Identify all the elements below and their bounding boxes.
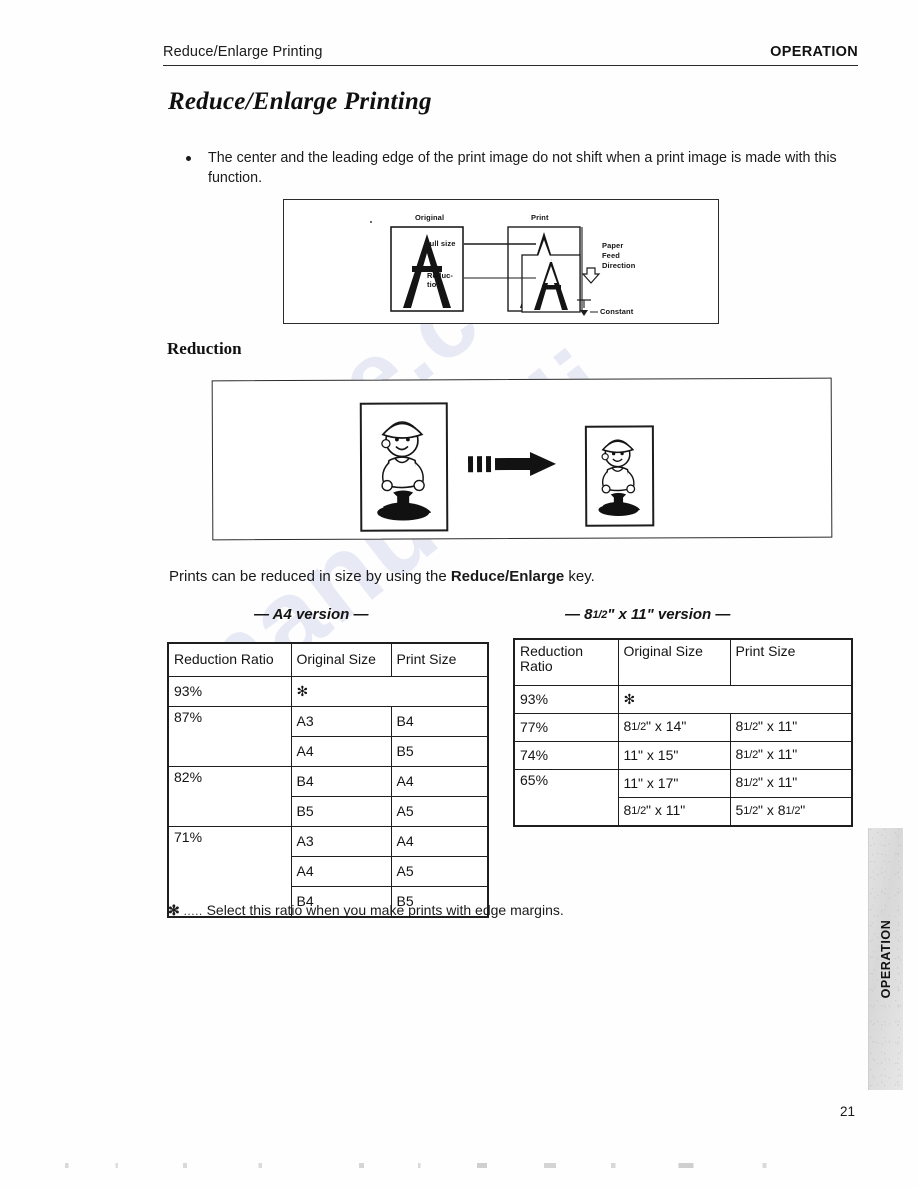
cell-ratio: 77%: [513, 713, 619, 742]
cell-original-size: A3: [290, 706, 392, 737]
figure-label-full-size: Full size: [425, 239, 456, 248]
mascot-character-large: [377, 421, 432, 521]
table-row: 93% ✻: [513, 685, 853, 714]
cell-print-size: B5: [390, 736, 489, 767]
column-header-reduction-ratio: Reduction Ratio: [167, 642, 292, 677]
section-heading-reduction: Reduction: [167, 339, 242, 358]
figure-reduction-illustration: [211, 377, 833, 541]
intro-sentence: Prints can be reduced in size by using t…: [169, 568, 595, 585]
table-caption-letter: — 81/2" x 11" version —: [565, 606, 731, 623]
cell-original-size: B4: [290, 766, 392, 797]
cell-note-asterisk: ✻: [290, 676, 489, 707]
cell-ratio: 87%: [167, 706, 292, 767]
footnote-text: Select this ratio when you make prints w…: [206, 902, 564, 918]
table-row: 82% B4 A4: [167, 766, 489, 827]
figure-label-constant: Constant: [600, 307, 634, 316]
cell-original-size: 81/2" x 14": [617, 713, 731, 742]
table-row: 74% 11" x 15" 81/2" x 11": [513, 741, 853, 770]
cell-print-size: 81/2" x 11": [729, 741, 853, 770]
cell-original-size: 81/2" x 11": [617, 797, 731, 827]
reduction-ratio-table-a4: Reduction Ratio Original Size Print Size…: [167, 642, 489, 918]
figure-label-direction: Direction: [602, 261, 636, 270]
figure-one-svg: [370, 221, 601, 316]
figure-label-original: Original: [415, 213, 445, 222]
footnote: ✻ ..... Select this ratio when you make …: [168, 902, 564, 919]
cell-print-size: 51/2" x 81/2": [729, 797, 853, 827]
cell-ratio: 93%: [513, 685, 619, 714]
footnote-asterisk-icon: ✻: [168, 902, 180, 918]
cell-print-size: 81/2" x 11": [729, 713, 853, 742]
intro-text-before: Prints can be reduced in size by using t…: [169, 568, 451, 585]
cell-original-size: 11" x 15": [617, 741, 731, 770]
side-tab-operation: OPERATION: [868, 828, 903, 1090]
cell-print-size: A4: [390, 826, 489, 857]
table-row: 65% 11" x 17" 81/2" x 11": [513, 769, 853, 827]
cell-print-size: 81/2" x 11": [729, 769, 853, 798]
page-number: 21: [840, 1104, 856, 1119]
reduction-arrow-icon: [467, 451, 557, 476]
column-header-print-size: Print Size: [729, 638, 853, 686]
figure-label-reduction-line2: tion: [427, 280, 442, 289]
bullet-dot-icon: [186, 156, 191, 161]
mascot-character-small: [598, 439, 641, 516]
cell-note-asterisk: ✻: [617, 685, 853, 714]
table-row: 71% A3 A4: [167, 826, 489, 918]
figure-label-print: Print: [531, 213, 549, 222]
running-header-section: OPERATION: [770, 44, 858, 60]
cell-print-size: A5: [390, 856, 489, 887]
side-tab-label: OPERATION: [879, 919, 893, 999]
bullet-paragraph: The center and the leading edge of the p…: [186, 148, 858, 188]
cell-original-size: A4: [290, 856, 392, 887]
cell-original-size: B5: [290, 796, 392, 827]
cell-print-size: B4: [390, 706, 489, 737]
figure-image-shift-diagram: Original Print Full size Reduc- tion Pap…: [283, 199, 719, 324]
column-header-original-size: Original Size: [290, 642, 392, 677]
footnote-dots: .....: [179, 904, 207, 918]
table-caption-a4: — A4 version —: [254, 606, 369, 623]
scan-artifact-strip: [40, 1163, 880, 1168]
cell-print-size: A5: [390, 796, 489, 827]
column-header-original-size: Original Size: [617, 638, 731, 686]
column-header-reduction-ratio: Reduction Ratio: [513, 638, 619, 686]
figure-label-reduction-line1: Reduc-: [427, 271, 454, 280]
table-row: 87% A3 B4: [167, 706, 489, 767]
manual-page: manualsli ve.com Reduce/Enlarge Printing…: [0, 0, 918, 1188]
cell-ratio: 82%: [167, 766, 292, 827]
intro-text-after: key.: [564, 568, 595, 585]
cell-original-size: A4: [290, 736, 392, 767]
column-header-print-size: Print Size: [390, 642, 489, 677]
header-rule: [163, 65, 858, 66]
table-header-row: Reduction Ratio Original Size Print Size: [167, 642, 489, 677]
figure-label-feed: Feed: [602, 251, 620, 260]
bullet-paragraph-text: The center and the leading edge of the p…: [208, 150, 837, 186]
page-title: Reduce/Enlarge Printing: [168, 88, 432, 115]
running-header: Reduce/Enlarge Printing OPERATION: [163, 44, 858, 66]
figure-label-paper: Paper: [602, 241, 624, 250]
table-row: 93% ✻: [167, 676, 489, 707]
reduce-enlarge-key-name: Reduce/Enlarge: [450, 568, 565, 585]
cell-ratio: 74%: [513, 741, 619, 770]
cell-original-size: A3: [290, 826, 392, 857]
table-header-row: Reduction Ratio Original Size Print Size: [513, 638, 853, 686]
running-header-title: Reduce/Enlarge Printing: [163, 44, 323, 60]
cell-ratio: 65%: [513, 769, 619, 827]
cell-original-size: 11" x 17": [617, 769, 731, 798]
table-row: 77% 81/2" x 14" 81/2" x 11": [513, 713, 853, 742]
cell-print-size: A4: [390, 766, 489, 797]
reduction-ratio-table-letter: Reduction Ratio Original Size Print Size …: [513, 638, 853, 827]
cell-ratio: 93%: [167, 676, 292, 707]
